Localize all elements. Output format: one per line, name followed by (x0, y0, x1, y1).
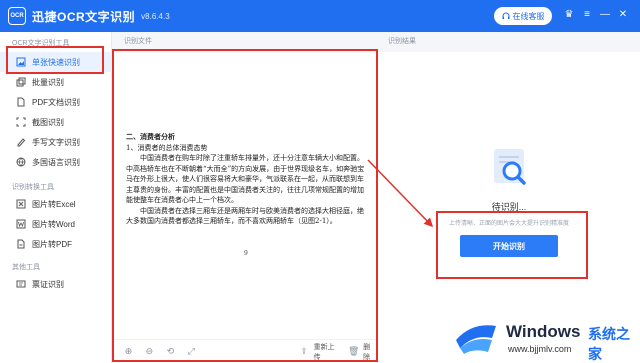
sidebar-item-label: PDF文档识别 (32, 97, 80, 107)
crown-icon[interactable]: ♛ (562, 8, 576, 22)
sidebar-item-ticket[interactable]: 票证识别 (0, 274, 112, 294)
excel-icon (16, 199, 26, 209)
search-document-icon (494, 149, 526, 185)
highlight-box-start (436, 211, 588, 279)
ticket-icon (16, 279, 26, 289)
app-window: OCR 迅捷OCR文字识别 v8.6.4.3 在线客服 ♛ ≡ — ✕ OCR文… (0, 0, 640, 363)
app-version: v8.6.4.3 (141, 11, 170, 21)
online-service-button[interactable]: 在线客服 (494, 7, 552, 25)
sidebar-section-other: 其他工具 (12, 264, 40, 271)
sidebar-item-label: 手写文字识别 (32, 137, 80, 147)
screenshot-icon (16, 117, 26, 127)
sidebar-item-label: 图片转PDF (32, 239, 72, 249)
sidebar-item-label: 图片转Excel (32, 199, 76, 209)
highlight-box-sidebar (6, 46, 104, 74)
sidebar-item-batch[interactable]: 批量识别 (0, 72, 112, 92)
batch-icon (16, 77, 26, 87)
sidebar-item-label: 图片转Word (32, 219, 75, 229)
sidebar-item-label: 票证识别 (32, 279, 64, 289)
headset-icon (502, 12, 509, 19)
sidebar-item-label: 多国语言识别 (32, 157, 80, 167)
watermark-windows: Windows (506, 322, 581, 341)
sidebar-item-handwriting[interactable]: 手写文字识别 (0, 132, 112, 152)
sidebar-item-screenshot[interactable]: 截图识别 (0, 112, 112, 132)
pen-icon (16, 137, 26, 147)
result-panel-header: 识别结果 (378, 32, 640, 52)
app-logo: OCR (8, 7, 26, 25)
sidebar-section-convert: 识别转换工具 (12, 184, 54, 191)
online-service-label: 在线客服 (512, 11, 545, 21)
sidebar-item-img-to-word[interactable]: 图片转Word (0, 214, 112, 234)
sidebar-item-multilanguage[interactable]: 多国语言识别 (0, 152, 112, 172)
menu-icon[interactable]: ≡ (580, 8, 594, 22)
app-title: 迅捷OCR文字识别 (32, 9, 136, 24)
pdf-icon (16, 97, 26, 107)
sidebar: OCR文字识别工具 单张快速识别 批量识别 PDF文档识别 截图识别 手写文字识… (0, 32, 112, 363)
title-bar: OCR 迅捷OCR文字识别 v8.6.4.3 在线客服 ♛ ≡ — ✕ (0, 0, 640, 32)
globe-icon (16, 157, 26, 167)
windows-logo-icon (456, 325, 496, 354)
pdf2-icon (16, 239, 26, 249)
sidebar-item-img-to-pdf[interactable]: 图片转PDF (0, 234, 112, 254)
watermark-url: www.bjjmlv.com (508, 344, 572, 354)
sidebar-item-pdf[interactable]: PDF文档识别 (0, 92, 112, 112)
watermark-cn: 系统之家 (588, 326, 630, 362)
sidebar-item-label: 批量识别 (32, 77, 64, 87)
highlight-box-document (112, 49, 378, 362)
watermark: Windows 系统之家 www.bjjmlv.com (452, 316, 640, 363)
sidebar-item-label: 截图识别 (32, 117, 64, 127)
word-icon (16, 219, 26, 229)
sidebar-item-img-to-excel[interactable]: 图片转Excel (0, 194, 112, 214)
close-icon[interactable]: ✕ (616, 8, 630, 22)
minimize-icon[interactable]: — (598, 8, 612, 22)
